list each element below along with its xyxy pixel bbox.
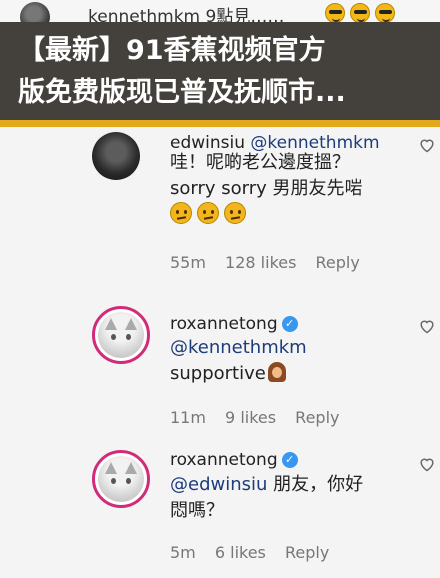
cat-ear-shape <box>125 462 137 474</box>
thinking-emoji-icon <box>224 202 246 224</box>
woman-emoji-icon <box>267 362 286 382</box>
comment-time: 5m <box>170 543 196 562</box>
sunglasses-emoji-icon <box>350 3 370 23</box>
cat-eye-shape <box>111 334 116 340</box>
reply-button[interactable]: Reply <box>285 543 329 562</box>
cat-ear-shape <box>105 318 117 330</box>
comment-text-line: 哇！呢啲老公邊度搵？ <box>170 152 350 173</box>
cat-avatar-image <box>98 456 144 502</box>
comment-body: 哇！呢啲老公邊度搵？ sorry sorry 男朋友先啱 <box>170 150 363 228</box>
comment-body: @kennethmkm supportive <box>170 335 307 387</box>
heart-outline-icon[interactable] <box>418 137 436 153</box>
comment-text-line: supportive <box>170 361 307 387</box>
comment-text: supportive <box>170 363 266 384</box>
comment-mention[interactable]: @kennethmkm <box>170 335 307 361</box>
cat-avatar-image <box>98 312 144 358</box>
comment-header: roxannetong ✓ <box>170 450 298 470</box>
heart-outline-icon[interactable] <box>418 456 436 472</box>
avatar[interactable] <box>92 450 150 508</box>
thinking-emoji-row <box>170 202 363 228</box>
previous-comment-strip: kennethmkm 9點見…… <box>0 0 440 32</box>
avatar[interactable] <box>92 306 150 364</box>
banner-accent-bar <box>0 120 440 127</box>
comment-meta: 11m 9 likes Reply <box>170 408 353 427</box>
comment-time: 55m <box>170 253 206 272</box>
comment-username[interactable]: roxannetong <box>170 450 278 470</box>
likes-count[interactable]: 9 likes <box>225 408 276 427</box>
likes-count[interactable]: 6 likes <box>215 543 266 562</box>
reply-button[interactable]: Reply <box>316 253 360 272</box>
cat-eye-shape <box>126 334 131 340</box>
comment-time: 11m <box>170 408 206 427</box>
headline-banner[interactable]: 【最新】91香蕉视频官方 版免费版现已普及抚顺市... <box>0 22 440 126</box>
comment-meta: 5m 6 likes Reply <box>170 543 343 562</box>
sunglasses-emoji-icon <box>375 3 395 23</box>
cat-eye-shape <box>126 478 131 484</box>
thinking-emoji-icon <box>170 202 192 224</box>
cat-ear-shape <box>105 462 117 474</box>
comment-item: edwinsiu @kennethmkm 哇！呢啲老公邊度搵？ sorry so… <box>0 127 440 284</box>
comment-text-line: @edwinsiu 朋友，你好 <box>170 472 363 498</box>
comment-text-line: sorry sorry 男朋友先啱 <box>170 178 363 199</box>
comment-username[interactable]: roxannetong <box>170 314 278 334</box>
cat-ear-shape <box>125 318 137 330</box>
comment-mention[interactable]: @edwinsiu <box>170 474 267 495</box>
likes-count[interactable]: 128 likes <box>225 253 296 272</box>
banner-line-1: 【最新】91香蕉视频官方 <box>18 35 326 66</box>
comment-body: @edwinsiu 朋友，你好 悶嗎？ <box>170 472 363 524</box>
heart-outline-icon[interactable] <box>418 318 436 334</box>
comment-item: roxannetong ✓ @edwinsiu 朋友，你好 悶嗎？ 5m 6 li… <box>0 438 440 578</box>
thinking-emoji-icon <box>197 202 219 224</box>
banner-line-2: 版免费版现已普及抚顺市... <box>18 77 346 108</box>
sunglasses-emoji-icon <box>325 3 345 23</box>
comment-meta: 55m 128 likes Reply <box>170 253 374 272</box>
verified-badge-icon: ✓ <box>281 452 298 468</box>
comment-header: roxannetong ✓ <box>170 314 298 334</box>
comment-text: 朋友，你好 <box>267 474 364 495</box>
avatar[interactable] <box>92 132 140 180</box>
comment-item: roxannetong ✓ @kennethmkm supportive 11m … <box>0 292 440 438</box>
reply-button[interactable]: Reply <box>295 408 339 427</box>
verified-badge-icon: ✓ <box>281 316 298 332</box>
comment-text-line: 悶嗎？ <box>170 500 224 521</box>
cat-eye-shape <box>111 478 116 484</box>
